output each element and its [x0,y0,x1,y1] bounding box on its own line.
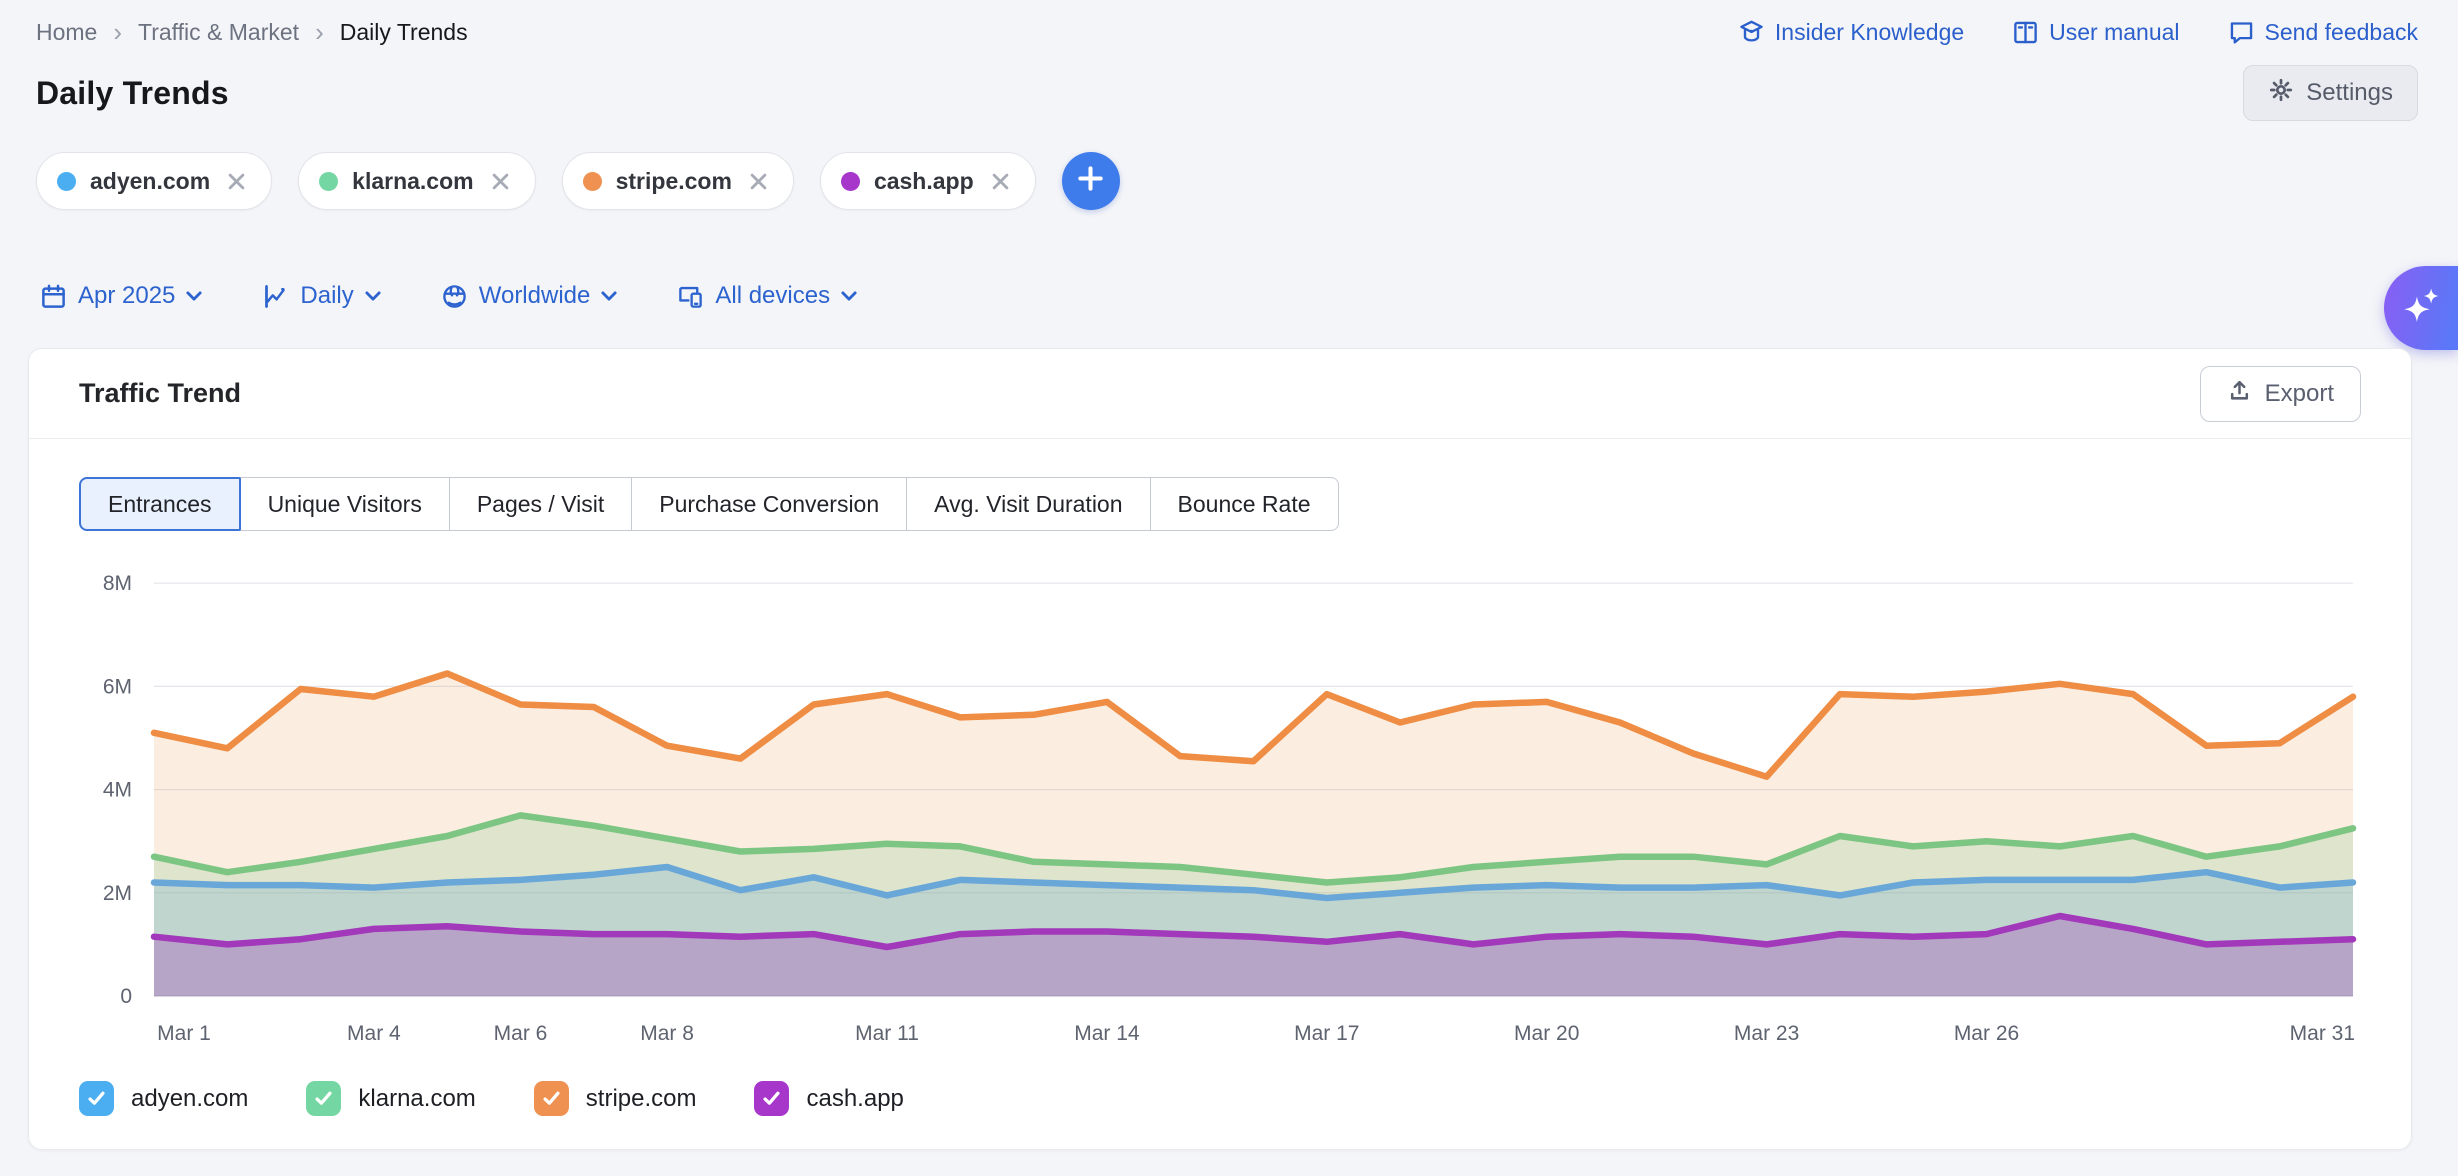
legend-checkbox-adyen[interactable] [79,1081,114,1116]
insider-knowledge-link[interactable]: Insider Knowledge [1738,19,1964,46]
svg-text:Mar 14: Mar 14 [1074,1022,1140,1045]
series-color-dot [319,172,338,191]
top-bar: Home › Traffic & Market › Daily Trends I… [36,10,2418,54]
legend-item-cashapp: cash.app [754,1081,903,1116]
svg-text:Mar 4: Mar 4 [347,1022,401,1045]
granularity-filter[interactable]: Daily [262,282,380,310]
top-link-label: Send feedback [2265,19,2418,46]
check-icon [541,1088,562,1109]
tab-unique-visitors[interactable]: Unique Visitors [240,477,450,531]
metric-tabs: Entrances Unique Visitors Pages / Visit … [79,477,1339,531]
svg-text:4M: 4M [103,779,132,802]
export-label: Export [2265,380,2334,408]
check-icon [86,1088,107,1109]
tab-bounce-rate[interactable]: Bounce Rate [1150,477,1339,531]
legend-item-klarna: klarna.com [306,1081,475,1116]
gear-icon [2268,77,2294,110]
settings-label: Settings [2306,79,2393,107]
filters-row: Apr 2025 Daily Worldwide [40,282,857,310]
svg-text:6M: 6M [103,675,132,698]
calendar-icon [40,283,67,310]
svg-text:Mar 20: Mar 20 [1514,1022,1579,1045]
card-title: Traffic Trend [79,378,241,409]
settings-button[interactable]: Settings [2243,65,2418,121]
legend-item-stripe: stripe.com [534,1081,697,1116]
region-filter[interactable]: Worldwide [441,282,618,310]
chip-klarna[interactable]: klarna.com [298,152,535,210]
close-icon[interactable] [224,169,249,194]
chevron-down-icon [841,291,857,301]
upload-icon [2227,378,2252,410]
chevron-right-icon: › [315,19,324,45]
legend-checkbox-cashapp[interactable] [754,1081,789,1116]
chevron-down-icon [601,291,617,301]
svg-text:Mar 31: Mar 31 [2290,1022,2355,1045]
close-icon[interactable] [746,169,771,194]
svg-text:8M: 8M [103,572,132,595]
breadcrumb: Home › Traffic & Market › Daily Trends [36,19,468,46]
user-manual-link[interactable]: User manual [2012,19,2179,46]
daily-trends-page: Home › Traffic & Market › Daily Trends I… [0,0,2458,1176]
title-row: Daily Trends Settings [36,62,2418,124]
globe-icon [441,283,468,310]
traffic-trend-card: Traffic Trend Export Entrances Unique Vi… [28,348,2412,1150]
chip-cashapp[interactable]: cash.app [820,152,1036,210]
breadcrumb-home[interactable]: Home [36,19,97,46]
graduation-cap-icon [1738,19,1765,46]
chip-stripe[interactable]: stripe.com [562,152,794,210]
tab-entrances[interactable]: Entrances [79,477,241,531]
chevron-right-icon: › [113,19,122,45]
add-competitor-button[interactable] [1062,152,1120,210]
top-links: Insider Knowledge User manual Send feedb… [1738,19,2418,46]
tab-avg-visit-duration[interactable]: Avg. Visit Duration [906,477,1150,531]
feedback-icon [2228,19,2255,46]
legend-checkbox-klarna[interactable] [306,1081,341,1116]
ai-assistant-button[interactable] [2384,266,2458,350]
legend-item-adyen: adyen.com [79,1081,248,1116]
check-icon [313,1088,334,1109]
series-color-dot [57,172,76,191]
close-icon[interactable] [488,169,513,194]
series-color-dot [841,172,860,191]
tab-purchase-conversion[interactable]: Purchase Conversion [631,477,907,531]
date-filter[interactable]: Apr 2025 [40,282,202,310]
svg-text:Mar 23: Mar 23 [1734,1022,1799,1045]
top-link-label: Insider Knowledge [1775,19,1964,46]
svg-text:Mar 26: Mar 26 [1954,1022,2019,1045]
breadcrumb-traffic-market[interactable]: Traffic & Market [138,19,299,46]
close-icon[interactable] [988,169,1013,194]
card-header: Traffic Trend Export [29,349,2411,439]
send-feedback-link[interactable]: Send feedback [2228,19,2418,46]
devices-filter[interactable]: All devices [677,282,857,310]
sparkles-icon [2398,283,2444,334]
page-title: Daily Trends [36,75,229,112]
check-icon [761,1088,782,1109]
competitor-chips: adyen.com klarna.com stripe.com cash.app [36,152,1120,210]
svg-text:Mar 11: Mar 11 [855,1022,919,1045]
svg-text:Mar 17: Mar 17 [1294,1022,1359,1045]
svg-text:Mar 1: Mar 1 [157,1022,211,1045]
svg-text:Mar 8: Mar 8 [640,1022,694,1045]
chart-legend: adyen.com klarna.com stripe.com cash.app [79,1081,904,1116]
book-icon [2012,19,2039,46]
svg-text:Mar 6: Mar 6 [494,1022,548,1045]
chevron-down-icon [186,291,202,301]
breadcrumb-current: Daily Trends [340,19,468,46]
top-link-label: User manual [2049,19,2179,46]
chevron-down-icon [365,291,381,301]
tab-pages-visit[interactable]: Pages / Visit [449,477,632,531]
traffic-trend-chart: 0 2M 4M 6M 8M Mar 1 Mar 4 Mar 6 Mar 8 Mar 11 Mar 1… [79,547,2399,1077]
svg-text:2M: 2M [103,882,132,905]
legend-checkbox-stripe[interactable] [534,1081,569,1116]
export-button[interactable]: Export [2200,366,2361,422]
plus-icon [1078,166,1103,196]
chip-adyen[interactable]: adyen.com [36,152,272,210]
devices-icon [677,283,704,310]
series-color-dot [583,172,602,191]
line-chart-icon [262,283,289,310]
svg-text:0: 0 [120,985,132,1008]
